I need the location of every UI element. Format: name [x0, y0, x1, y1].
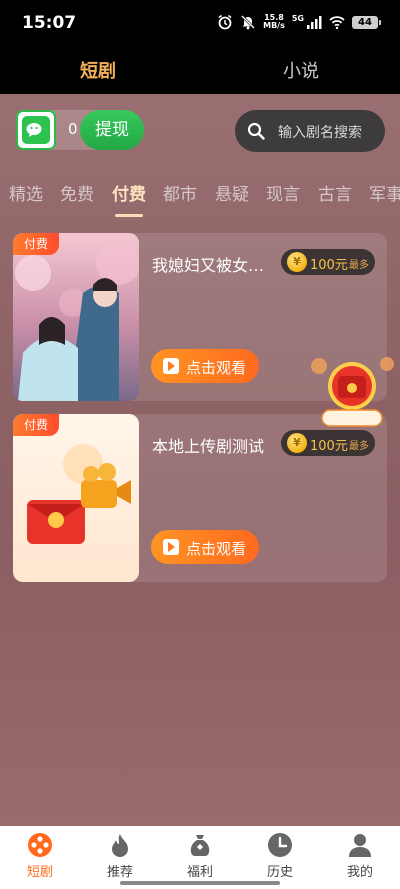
tab-novel[interactable]: 小说: [283, 57, 319, 83]
status-icons: 15.8 MB/s 5G 44: [217, 13, 381, 30]
paid-tag: 付费: [13, 233, 59, 255]
reward-badge: ¥ 100元 最多: [281, 430, 375, 456]
nav-history[interactable]: 历史: [250, 832, 310, 880]
withdraw-button[interactable]: 提现: [80, 110, 144, 150]
category-modern-romance[interactable]: 现言: [266, 180, 300, 205]
search-box[interactable]: 输入剧名搜索: [235, 110, 385, 152]
wifi-icon: [329, 16, 345, 30]
reward-suffix: 最多: [349, 441, 369, 452]
watch-button-label: 点击观看: [186, 359, 247, 377]
category-active-underline: [115, 214, 143, 217]
watch-button[interactable]: 点击观看: [151, 349, 259, 383]
nav-profile[interactable]: 我的: [330, 832, 390, 880]
category-suspense[interactable]: 悬疑: [215, 180, 249, 205]
play-icon: [163, 539, 179, 555]
tab-short-drama[interactable]: 短剧: [80, 57, 116, 83]
nav-short-drama[interactable]: 短剧: [10, 832, 70, 880]
drama-title[interactable]: 我媳妇又被女…: [152, 252, 280, 276]
drama-title[interactable]: 本地上传剧测试: [152, 433, 280, 457]
main-content: 0 提现 输入剧名搜索 精选 免费 付费 都市 悬疑 现言 古言 军事 付费 我…: [0, 94, 400, 826]
category-tabs: 精选 免费 付费 都市 悬疑 现言 古言 军事: [0, 180, 400, 220]
wechat-icon[interactable]: [16, 110, 56, 150]
lucky-wheel-icon: [311, 357, 394, 427]
lucky-wheel-widget[interactable]: [307, 352, 397, 432]
nav-welfare[interactable]: 福利: [170, 832, 230, 880]
signal-bars-icon: [307, 16, 322, 29]
reward-badge: ¥ 100元 最多: [281, 249, 375, 275]
wallet-bar: 0 提现: [16, 110, 144, 150]
drama-poster[interactable]: 付费: [13, 233, 139, 401]
category-military[interactable]: 军事: [369, 180, 400, 205]
wallet-balance: 0: [68, 120, 78, 138]
play-icon: [163, 358, 179, 374]
net-speed: 15.8 MB/s: [263, 13, 285, 30]
app-screen: 15:07 15.8 MB/s 5G 44 短剧 小说 0 提现 输入剧名搜索 …: [0, 0, 400, 889]
search-placeholder: 输入剧名搜索: [278, 125, 362, 141]
watch-button[interactable]: 点击观看: [151, 530, 259, 564]
drama-card[interactable]: 付费 本地上传剧测试 ¥ 100元 最多 点击观看: [13, 414, 387, 582]
battery-indicator: 44: [352, 15, 381, 29]
reward-suffix: 最多: [349, 260, 369, 271]
nav-recommend[interactable]: 推荐: [90, 832, 150, 880]
category-featured[interactable]: 精选: [9, 180, 43, 205]
drama-poster[interactable]: 付费: [13, 414, 139, 582]
category-free[interactable]: 免费: [60, 180, 94, 205]
reward-amount: 100元: [310, 439, 348, 454]
flame-icon: [112, 834, 128, 857]
category-paid[interactable]: 付费: [112, 180, 146, 205]
status-time: 15:07: [22, 13, 77, 33]
clock-icon: [268, 833, 292, 857]
film-reel-icon: [28, 833, 52, 857]
category-ancient-romance[interactable]: 古言: [318, 180, 352, 205]
mute-bell-icon: [241, 15, 256, 30]
category-urban[interactable]: 都市: [163, 180, 197, 205]
search-icon: [247, 122, 265, 140]
coin-icon: ¥: [287, 252, 307, 272]
coin-icon: ¥: [287, 433, 307, 453]
reward-amount: 100元: [310, 258, 348, 273]
money-bag-icon: [190, 835, 210, 856]
network-type: 5G: [291, 13, 304, 23]
paid-tag: 付费: [13, 414, 59, 436]
alarm-icon: [218, 14, 232, 30]
bottom-nav: 短剧 推荐 福利 历史 我的: [0, 826, 400, 889]
home-indicator: [120, 881, 280, 885]
top-tabs: 短剧 小说: [0, 48, 400, 94]
person-icon: [349, 834, 371, 857]
watch-button-label: 点击观看: [186, 540, 247, 558]
status-bar: 15:07 15.8 MB/s 5G 44: [0, 0, 400, 48]
